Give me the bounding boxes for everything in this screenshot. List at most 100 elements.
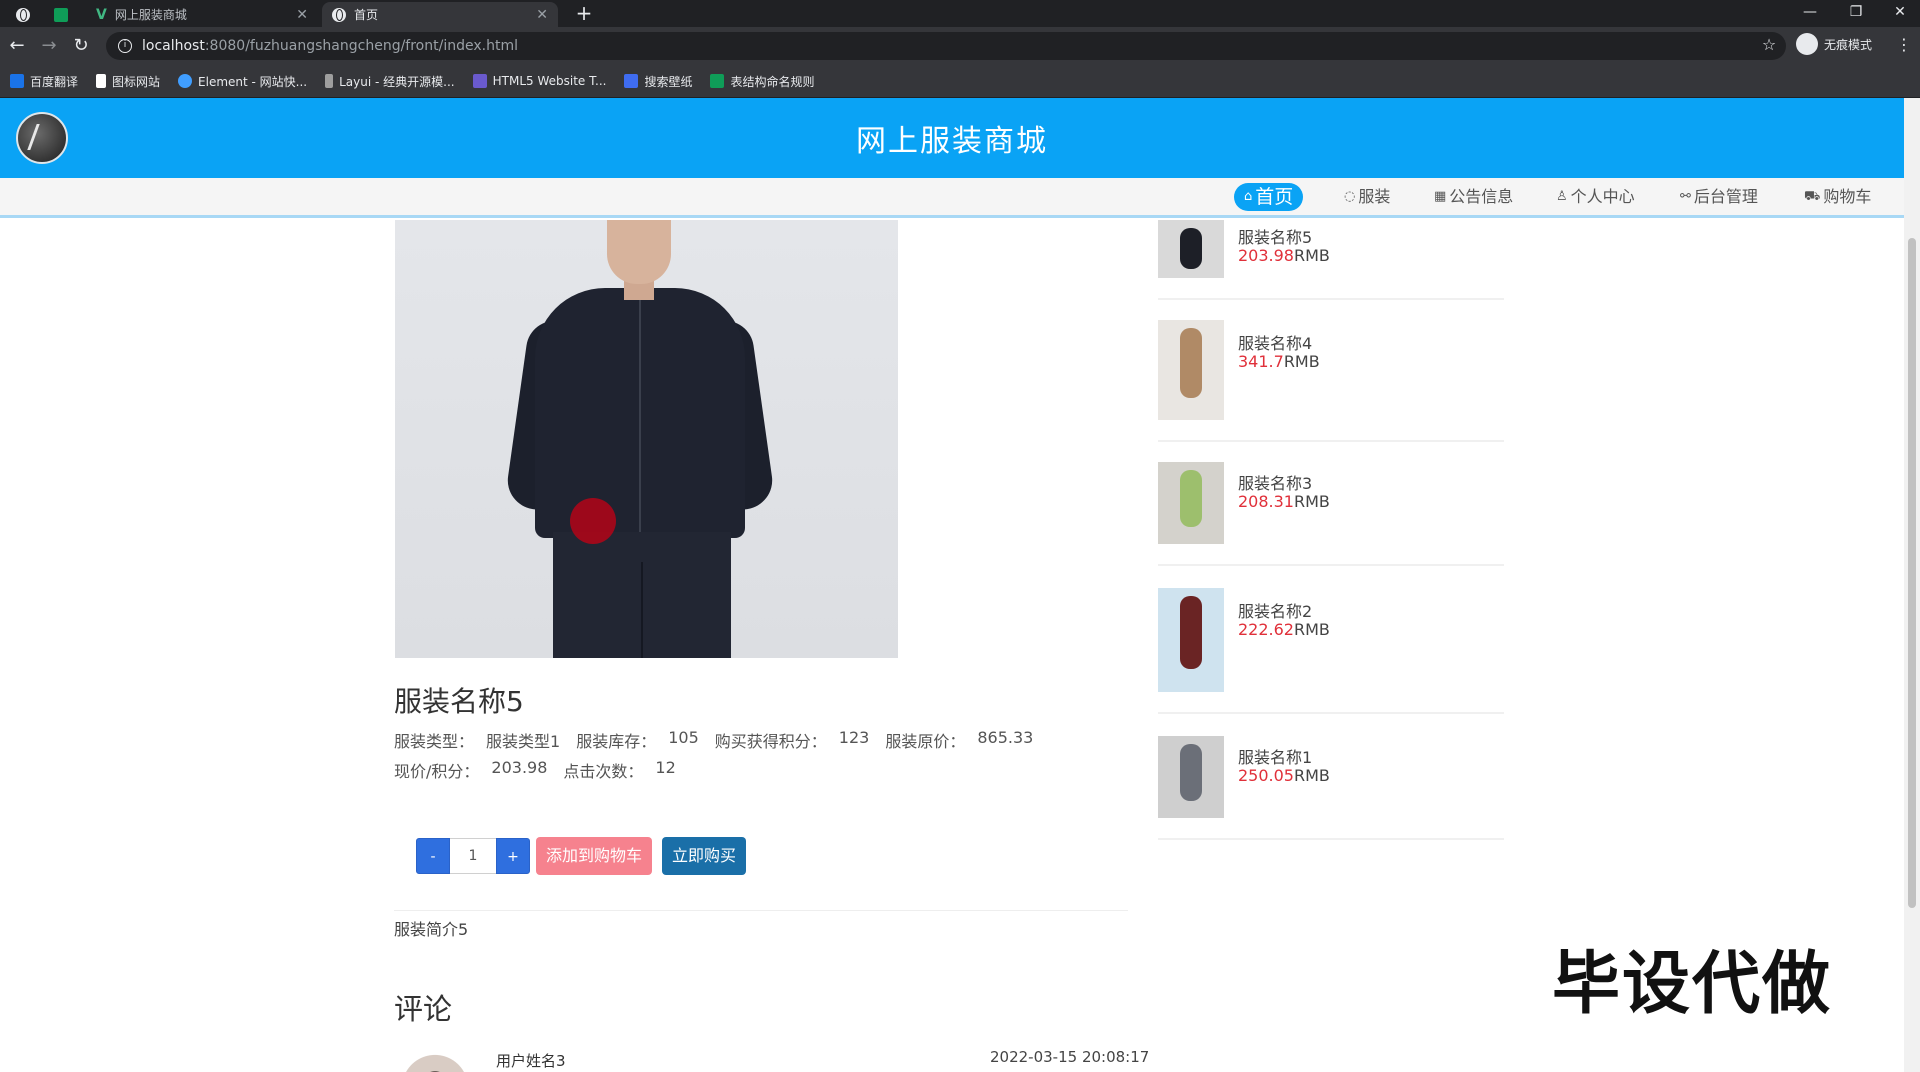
globe-icon — [332, 7, 346, 22]
bookmark-item[interactable]: 表结构命名规则 — [710, 73, 814, 90]
product-specs-row-1: 服装类型： 服装类型1 服装库存： 105 购买获得积分： 123 服装原价： … — [394, 728, 1049, 752]
side-item-name[interactable]: 服装名称1 — [1238, 744, 1312, 768]
nav-clothing[interactable]: ◌ 服装 — [1334, 183, 1400, 211]
quantity-minus-button[interactable]: - — [416, 838, 450, 874]
quantity-input[interactable]: 1 — [450, 838, 496, 874]
globe-icon — [16, 7, 30, 22]
side-list-item[interactable]: 服装名称3 208.31RMB — [1158, 462, 1504, 566]
reload-button[interactable]: ↻ — [70, 35, 92, 57]
nav-announcements[interactable]: ▦ 公告信息 — [1424, 183, 1523, 211]
new-tab-button[interactable]: + — [573, 2, 595, 24]
bookmark-item[interactable]: HTML5 Website T... — [472, 74, 606, 88]
site-title: 网上服装商城 — [856, 124, 1048, 159]
bookmark-label: Element - 网站快... — [198, 74, 308, 89]
buy-now-button[interactable]: 立即购买 — [662, 837, 747, 875]
nav-home[interactable]: ⌂ 首页 — [1234, 183, 1304, 211]
product-thumbnail[interactable] — [1158, 588, 1224, 692]
minimize-button[interactable]: — — [1788, 0, 1832, 27]
bookmark-item[interactable]: 百度翻译 — [10, 73, 78, 90]
nav-label: 后台管理 — [1693, 187, 1758, 206]
bookmark-label: 表结构命名规则 — [730, 74, 815, 89]
product-thumbnail[interactable] — [1158, 462, 1224, 544]
side-item-price: 250.05RMB — [1238, 766, 1330, 785]
side-item-price: 341.7RMB — [1238, 352, 1320, 371]
nav-profile[interactable]: ♙ 个人中心 — [1546, 183, 1645, 211]
comment-username: 用户姓名3 — [496, 1052, 566, 1070]
product-thumbnail[interactable] — [1158, 320, 1224, 420]
side-list-item[interactable]: 服装名称5 203.98RMB — [1158, 220, 1504, 300]
browser-tab-pinned[interactable] — [6, 2, 42, 27]
browser-tab-shop[interactable]: V 网上服装商城 ✕ — [86, 2, 318, 27]
bookmark-item[interactable]: Layui - 经典开源模... — [325, 73, 455, 90]
side-item-name[interactable]: 服装名称4 — [1238, 330, 1312, 354]
side-item-name[interactable]: 服装名称5 — [1238, 224, 1312, 248]
info-icon[interactable]: i — [118, 39, 132, 53]
comments-heading: 评论 — [394, 992, 453, 1026]
bookmark-item[interactable]: Element - 网站快... — [178, 73, 307, 90]
side-list-item[interactable]: 服装名称1 250.05RMB — [1158, 736, 1504, 840]
watermark-text: 毕设代做 — [1552, 945, 1833, 1024]
page-scrollbar[interactable] — [1904, 98, 1920, 1072]
divider — [394, 910, 1128, 911]
price-value: 341.7 — [1238, 352, 1284, 371]
html5-icon — [472, 74, 487, 88]
spec-label: 购买获得积分： — [714, 732, 827, 751]
back-button[interactable]: ← — [6, 35, 28, 57]
product-image[interactable] — [395, 220, 898, 658]
wallpaper-icon — [624, 74, 639, 88]
spec-value: 12 — [655, 758, 676, 777]
flag-icon — [96, 74, 107, 88]
price-currency: RMB — [1293, 766, 1330, 785]
bookmark-item[interactable]: 搜索壁纸 — [624, 73, 692, 90]
browser-tab-home[interactable]: 首页 ✕ — [322, 2, 558, 27]
close-window-button[interactable]: ✕ — [1878, 0, 1920, 27]
user-icon: ♙ — [1556, 189, 1568, 204]
bookmark-label: Layui - 经典开源模... — [339, 74, 455, 89]
product-thumbnail[interactable] — [1158, 736, 1224, 818]
url-path: :8080/fuzhuangshangcheng/front/index.htm… — [204, 38, 518, 54]
restore-button[interactable]: ❐ — [1834, 0, 1878, 27]
add-to-cart-button[interactable]: 添加到购物车 — [536, 837, 653, 875]
bookmarks-bar: 百度翻译 图标网站 Element - 网站快... Layui - 经典开源模… — [0, 65, 1920, 98]
spec-value: 105 — [668, 728, 699, 747]
bookmark-label: 搜索壁纸 — [644, 74, 693, 89]
site-header: 网上服装商城 — [0, 98, 1904, 178]
quantity-plus-button[interactable]: + — [496, 838, 530, 874]
bookmark-star-icon[interactable]: ☆ — [1752, 35, 1786, 54]
price-value: 250.05 — [1238, 766, 1294, 785]
clothing-icon: ◌ — [1344, 189, 1356, 204]
side-item-name[interactable]: 服装名称2 — [1238, 598, 1312, 622]
price-currency: RMB — [1293, 620, 1330, 639]
side-list-item[interactable]: 服装名称2 222.62RMB — [1158, 588, 1504, 714]
side-list-item[interactable]: 服装名称4 341.7RMB — [1158, 320, 1504, 442]
spec-value: 服装类型1 — [486, 732, 561, 751]
nav-label: 个人中心 — [1570, 187, 1635, 206]
web-page: 服装名称5 服装类型： 服装类型1 服装库存： 105 购买获得积分： 123 … — [0, 98, 1904, 1072]
side-item-price: 222.62RMB — [1238, 620, 1330, 639]
comment-timestamp: 2022-03-15 20:08:17 — [990, 1048, 1150, 1066]
vue-logo-icon: V — [96, 6, 107, 23]
spec-label: 现价/积分： — [394, 762, 480, 781]
nav-cart[interactable]: ⛟ 购物车 — [1794, 183, 1881, 211]
close-tab-icon[interactable]: ✕ — [296, 7, 308, 23]
url-field[interactable]: i localhost:8080/fuzhuangshangcheng/fron… — [106, 32, 1786, 60]
spec-value: 865.33 — [977, 728, 1034, 747]
price-currency: RMB — [1293, 246, 1330, 265]
price-currency: RMB — [1293, 492, 1330, 511]
bookmark-item[interactable]: 图标网站 — [96, 73, 160, 90]
close-tab-icon[interactable]: ✕ — [536, 7, 548, 23]
incognito-profile[interactable]: 无痕模式 — [1796, 33, 1872, 55]
nav-label: 服装 — [1358, 187, 1391, 206]
nav-admin[interactable]: ⚯ 后台管理 — [1670, 183, 1768, 211]
spreadsheet-icon — [710, 74, 725, 88]
product-figure-part — [553, 532, 731, 658]
product-title: 服装名称5 — [394, 685, 524, 718]
side-item-name[interactable]: 服装名称3 — [1238, 470, 1312, 494]
forward-button[interactable]: → — [38, 35, 60, 57]
browser-tab-sheets[interactable] — [44, 2, 84, 27]
product-thumbnail[interactable] — [1158, 220, 1224, 278]
scrollbar-thumb[interactable] — [1908, 238, 1916, 908]
side-item-price: 203.98RMB — [1238, 246, 1330, 265]
tab-title: 网上服装商城 — [114, 8, 187, 22]
menu-kebab-icon[interactable]: ⋮ — [1896, 35, 1912, 54]
